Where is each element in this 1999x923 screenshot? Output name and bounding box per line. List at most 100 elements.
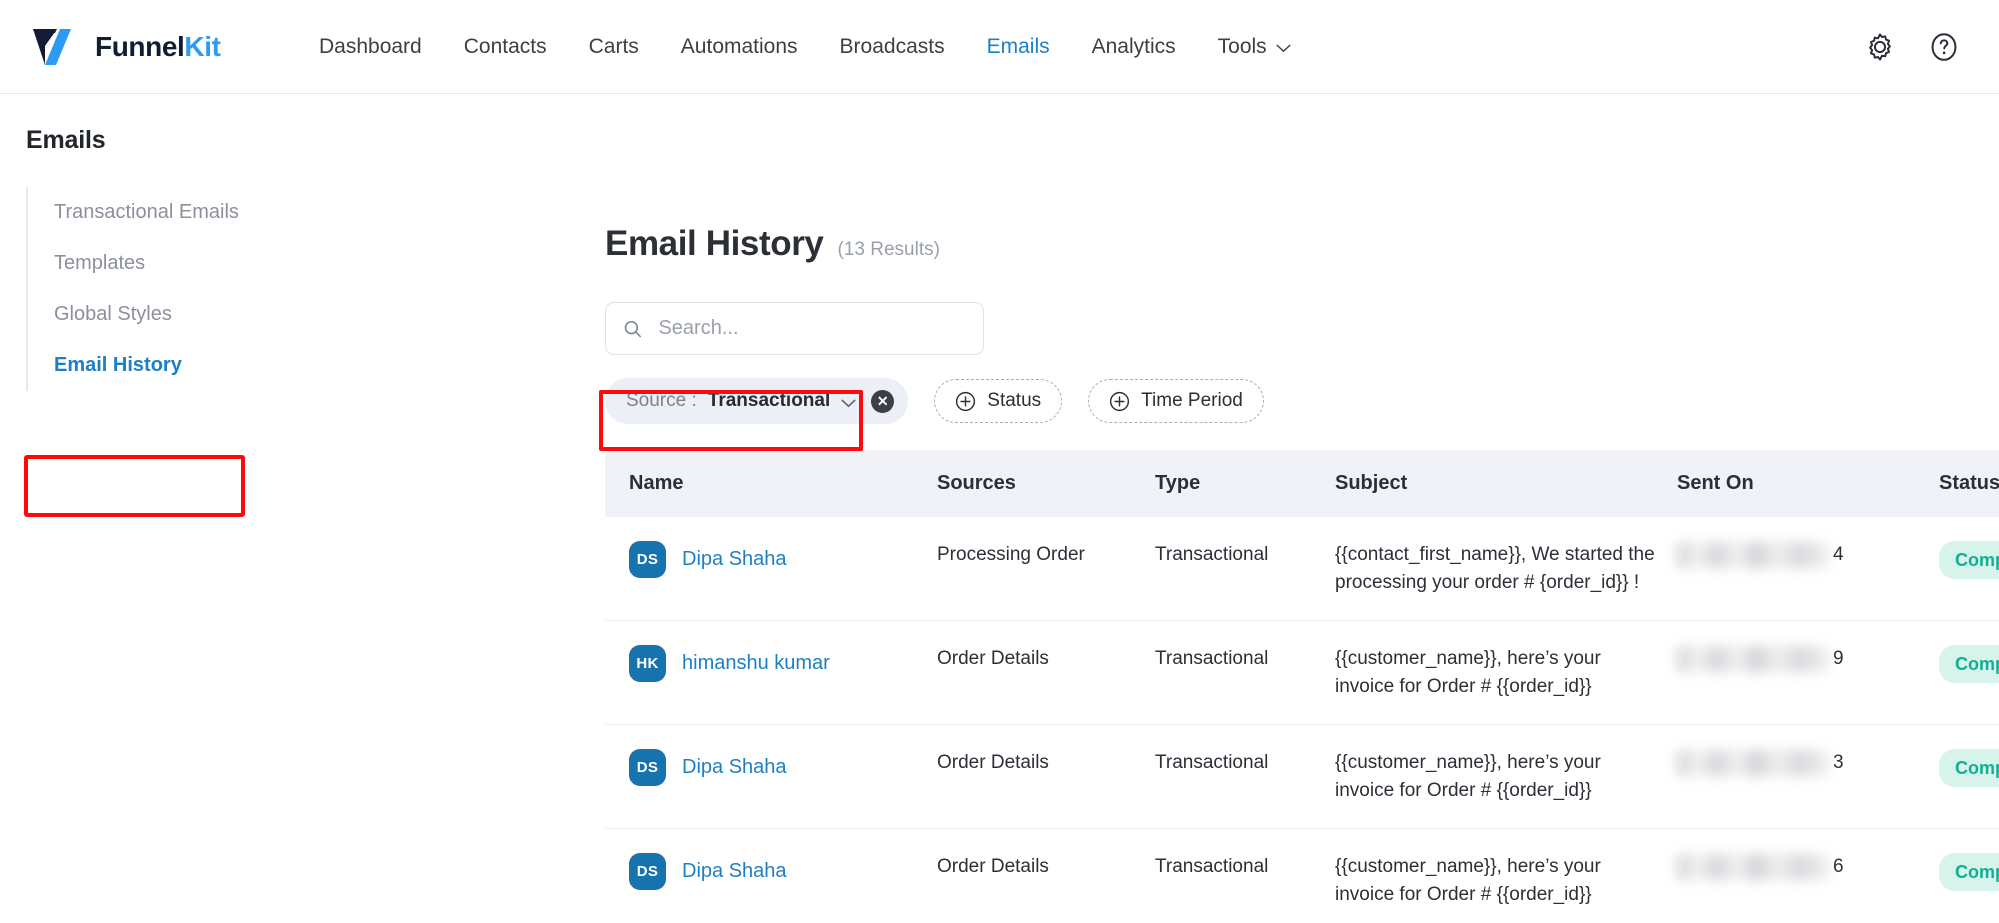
cell-type: Transactional [1155,856,1269,878]
search-icon [624,320,642,337]
chevron-down-icon [1276,44,1291,53]
nav-item-tools[interactable]: Tools [1197,25,1312,69]
cell-name: HK himanshu kumar [605,620,937,726]
primary-nav: Dashboard Contacts Carts Automations Bro… [298,25,1312,69]
cell-subject: {{customer_name}}, here’s your invoice f… [1335,724,1677,830]
sent-on-redacted: 6 [1677,853,1925,881]
cell-name: DS Dipa Shaha [605,724,937,830]
name-cell-content: DS Dipa Shaha [629,541,923,578]
nav-label: Contacts [463,34,547,58]
add-filter-status-button[interactable]: Status [934,379,1063,423]
sidebar: Emails Transactional Emails Templates Gl… [0,94,302,923]
search-box[interactable] [605,302,984,355]
cell-status: Completed [1939,724,1999,830]
name-cell-content: HK himanshu kumar [629,645,923,683]
cell-sources: Order Details [937,724,1155,830]
sent-on-redacted: 3 [1677,749,1925,777]
filter-chip-source-label: Source : [626,390,697,411]
filter-chip-remove-icon[interactable]: ✕ [871,389,895,413]
main-content: Email History (13 Results) Source : Tran… [302,94,1999,923]
table-row: DS Dipa Shaha Processing Order Transacti… [605,517,1999,622]
avatar: DS [629,541,666,578]
help-button[interactable] [1927,30,1961,64]
email-history-table-wrap: Name Sources Type Subject Sent On Status… [302,450,1999,923]
settings-button[interactable] [1863,30,1897,64]
page-header: Email History (13 Results) [302,224,1999,264]
search-input[interactable] [658,317,967,340]
cell-sent-on: 3 [1677,724,1939,830]
sidebar-item-templates[interactable]: Templates [28,238,302,289]
annotation-box-email-history [24,455,245,517]
filter-chip-source-value: Transactional [707,390,831,411]
funnelkit-logo-icon [33,28,71,65]
add-filter-time-period-label: Time Period [1141,390,1243,411]
top-right-actions [1863,30,1961,64]
status-badge: Completed [1939,749,1999,788]
email-history-table: Name Sources Type Subject Sent On Status… [605,450,1999,923]
cell-subject: {{customer_name}}, here’s your invoice f… [1335,620,1677,726]
top-navigation-bar: FunnelKit Dashboard Contacts Carts Autom… [0,0,1999,94]
sidebar-item-email-history[interactable]: Email History [28,340,302,391]
add-filter-status-label: Status [987,390,1042,411]
table-header-row: Name Sources Type Subject Sent On Status… [605,450,1999,517]
chevron-down-icon[interactable] [841,399,856,408]
table-body: DS Dipa Shaha Processing Order Transacti… [605,517,1999,923]
cell-sources: Order Details [937,620,1155,726]
sidebar-item-global-styles[interactable]: Global Styles [28,289,302,340]
nav-label: Analytics [1091,34,1176,58]
sent-on-tail: 6 [1833,856,1844,878]
redaction-blur [1677,646,1829,673]
nav-item-carts[interactable]: Carts [568,25,660,69]
cell-sent-on: 4 [1677,517,1939,622]
plus-circle-icon [956,391,976,411]
column-header-subject[interactable]: Subject [1335,450,1677,517]
nav-item-contacts[interactable]: Contacts [443,25,568,69]
sidebar-item-label: Transactional Emails [54,201,239,223]
brand-logo-area[interactable]: FunnelKit [30,26,290,68]
cell-status: Completed [1939,517,1999,622]
sidebar-title: Emails [26,126,106,154]
column-header-type[interactable]: Type [1155,450,1335,517]
nav-label: Broadcasts [839,34,945,58]
avatar: DS [629,749,666,787]
cell-subject: {{customer_name}}, here’s your invoice f… [1335,856,1601,905]
filter-chip-row: Source : Transactional ✕ Status Time Per… [605,378,1999,424]
page-title: Email History [605,224,824,263]
contact-name-link[interactable]: Dipa Shaha [682,545,787,574]
column-header-name[interactable]: Name [605,450,937,517]
sidebar-item-label: Global Styles [54,303,172,325]
add-filter-time-period-button[interactable]: Time Period [1088,379,1264,423]
nav-item-analytics[interactable]: Analytics [1071,25,1197,69]
column-header-sent-on[interactable]: Sent On [1677,450,1939,517]
cell-sources: Order Details [937,856,1049,878]
cell-sent-on: 9 [1677,620,1939,726]
nav-label: Dashboard [319,34,422,58]
name-cell-content: DS Dipa Shaha [629,749,923,787]
sidebar-item-label: Email History [54,354,182,376]
nav-item-broadcasts[interactable]: Broadcasts [819,25,966,69]
sent-on-tail: 4 [1833,544,1844,565]
help-circle-icon [1931,32,1957,61]
results-count: (13 Results) [837,239,940,260]
table-row: DS Dipa Shaha Order Details Transactiona… [605,829,1999,923]
sent-on-redacted: 4 [1677,541,1925,569]
contact-name-link[interactable]: himanshu kumar [682,649,830,678]
sidebar-item-transactional-emails[interactable]: Transactional Emails [28,187,302,238]
column-header-sources[interactable]: Sources [937,450,1155,517]
redaction-blur [1677,542,1829,568]
contact-name-link[interactable]: Dipa Shaha [682,857,787,886]
avatar: HK [629,645,666,683]
column-header-status[interactable]: Status [1939,450,1999,517]
sent-on-tail: 9 [1833,648,1844,670]
plus-circle-icon [1110,391,1130,411]
cell-sources: Processing Order [937,517,1155,622]
nav-item-emails[interactable]: Emails [966,25,1071,69]
nav-item-automations[interactable]: Automations [660,25,819,69]
nav-label: Automations [680,34,798,58]
cell-status: Completed [1939,620,1999,726]
sent-on-tail: 3 [1833,752,1844,774]
nav-item-dashboard[interactable]: Dashboard [298,25,443,69]
contact-name-link[interactable]: Dipa Shaha [682,753,787,782]
filter-chip-source[interactable]: Source : Transactional ✕ [605,378,909,424]
table-header: Name Sources Type Subject Sent On Status… [605,450,1999,517]
